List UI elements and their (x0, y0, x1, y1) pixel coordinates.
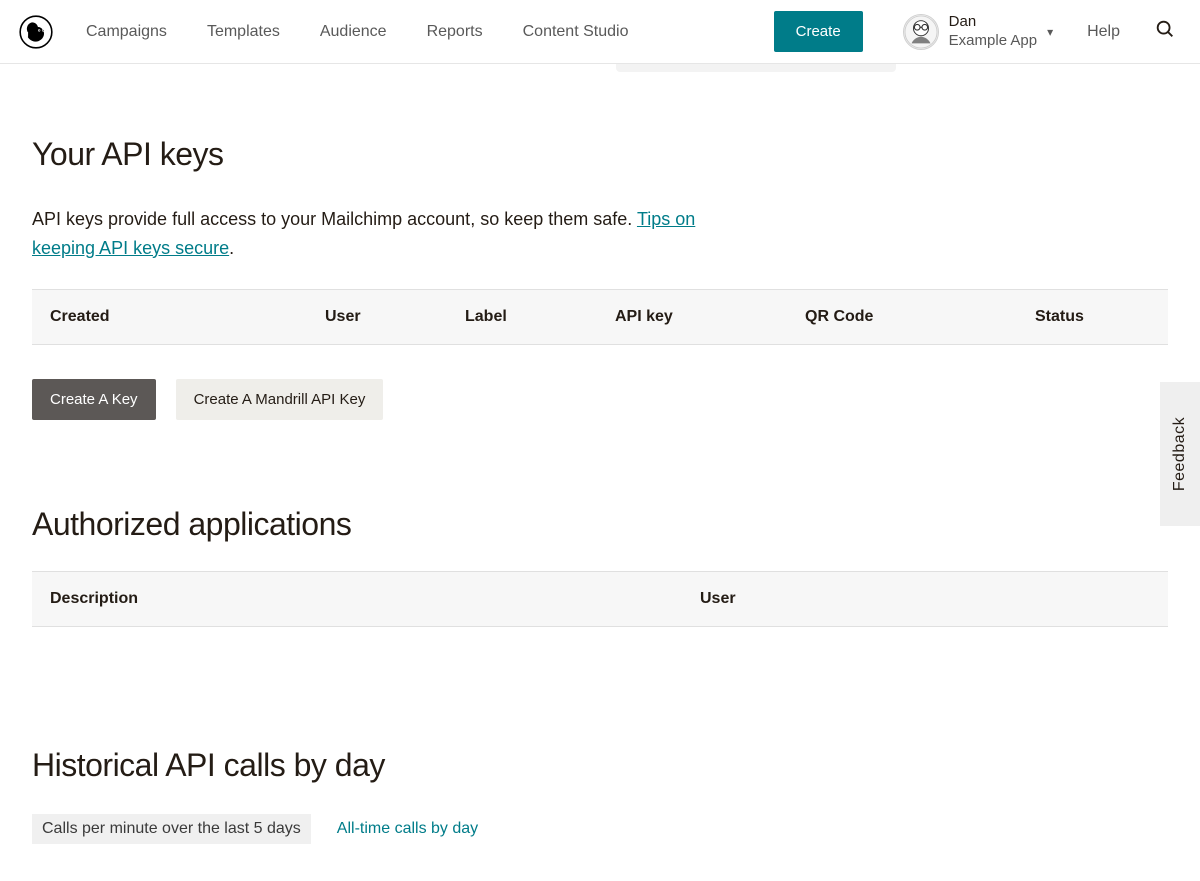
help-link[interactable]: Help (1087, 23, 1120, 41)
nav-campaigns[interactable]: Campaigns (86, 23, 167, 41)
nav-content-studio[interactable]: Content Studio (523, 23, 629, 41)
authorized-table-header: Description User (32, 571, 1168, 627)
historical-heading: Historical API calls by day (32, 747, 1168, 784)
create-key-button[interactable]: Create A Key (32, 379, 156, 420)
avatar (903, 14, 939, 50)
api-keys-desc-suffix: . (229, 238, 234, 258)
api-keys-buttons: Create A Key Create A Mandrill API Key (32, 379, 1168, 420)
section-historical: Historical API calls by day Calls per mi… (32, 747, 1168, 844)
api-keys-description: API keys provide full access to your Mai… (32, 205, 732, 263)
create-button[interactable]: Create (774, 11, 863, 52)
tab-all-time[interactable]: All-time calls by day (337, 820, 478, 838)
section-api-keys: Your API keys API keys provide full acce… (32, 136, 1168, 420)
api-keys-heading: Your API keys (32, 136, 1168, 173)
api-keys-desc-prefix: API keys provide full access to your Mai… (32, 209, 637, 229)
topbar: Campaigns Templates Audience Reports Con… (0, 0, 1200, 64)
col-created: Created (50, 308, 325, 326)
faint-overlay (616, 64, 896, 72)
topbar-right: Create Dan Example App ▾ Help (774, 11, 1176, 52)
section-authorized-apps: Authorized applications Description User (32, 506, 1168, 627)
authorized-heading: Authorized applications (32, 506, 1168, 543)
col-apikey: API key (615, 308, 805, 326)
feedback-tab[interactable]: Feedback (1160, 382, 1200, 526)
chevron-down-icon: ▾ (1047, 25, 1053, 39)
user-name: Dan (949, 13, 1037, 32)
col-description: Description (50, 590, 700, 608)
col-label: Label (465, 308, 615, 326)
nav-templates[interactable]: Templates (207, 23, 280, 41)
feedback-label: Feedback (1171, 417, 1189, 491)
api-keys-table-header: Created User Label API key QR Code Statu… (32, 289, 1168, 345)
account-menu[interactable]: Dan Example App ▾ (879, 13, 1053, 51)
content: Your API keys API keys provide full acce… (0, 136, 1200, 844)
brand-logo[interactable] (16, 12, 56, 52)
col-user: User (325, 308, 465, 326)
col-qrcode: QR Code (805, 308, 1035, 326)
nav-reports[interactable]: Reports (427, 23, 483, 41)
avatar-icon (904, 14, 938, 50)
user-app: Example App (949, 32, 1037, 51)
col-status: Status (1035, 308, 1150, 326)
create-mandrill-button[interactable]: Create A Mandrill API Key (176, 379, 384, 420)
historical-tabs: Calls per minute over the last 5 days Al… (32, 814, 1168, 844)
main-nav: Campaigns Templates Audience Reports Con… (86, 23, 628, 41)
tab-calls-per-minute[interactable]: Calls per minute over the last 5 days (32, 814, 311, 844)
col-user-auth: User (700, 590, 1150, 608)
user-text: Dan Example App (949, 13, 1037, 51)
nav-audience[interactable]: Audience (320, 23, 387, 41)
search-icon[interactable] (1154, 18, 1176, 45)
mailchimp-logo-icon (17, 13, 55, 51)
